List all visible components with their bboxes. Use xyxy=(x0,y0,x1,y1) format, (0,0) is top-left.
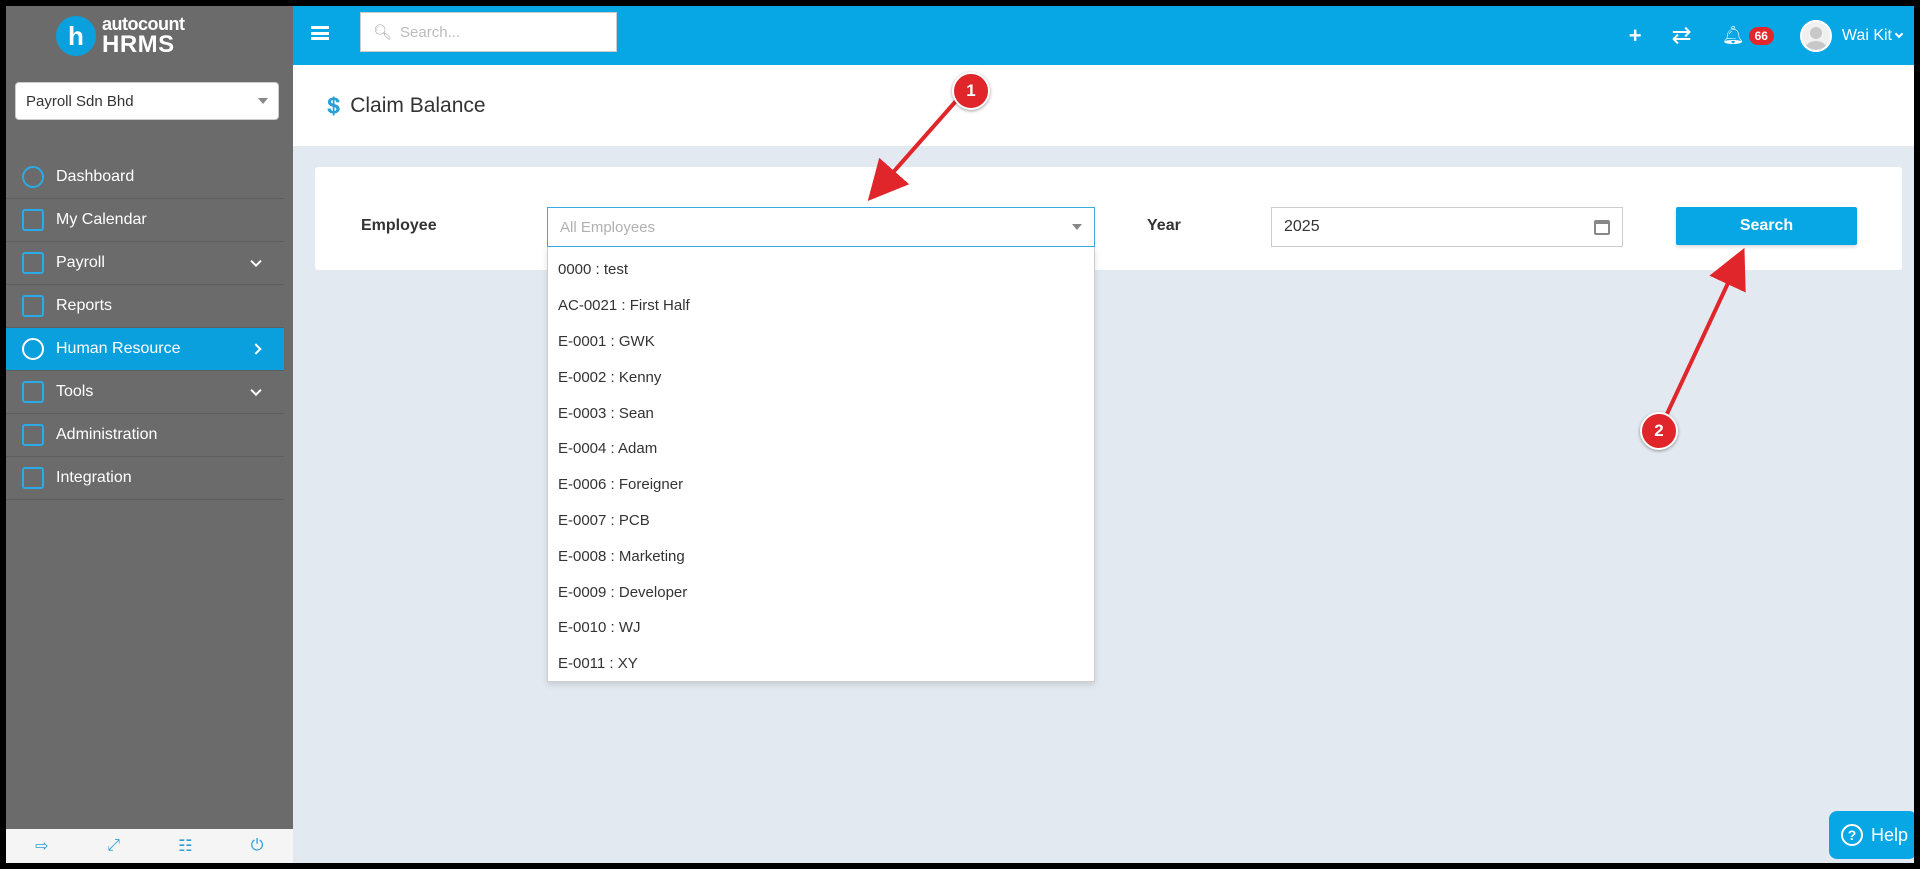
annotation-marker-1: 1 xyxy=(952,72,990,110)
question-icon: ? xyxy=(1841,824,1863,846)
annotation-arrow-1 xyxy=(867,99,958,201)
annotation-arrow-2 xyxy=(1664,247,1746,417)
help-label: Help xyxy=(1871,824,1909,845)
help-button[interactable]: ? Help xyxy=(1829,811,1914,859)
app-frame: h autocount HRMS Payroll Sdn Bhd Dashboa… xyxy=(6,6,1914,863)
annotation-marker-2: 2 xyxy=(1640,412,1678,450)
annotation-arrows xyxy=(867,99,1746,417)
